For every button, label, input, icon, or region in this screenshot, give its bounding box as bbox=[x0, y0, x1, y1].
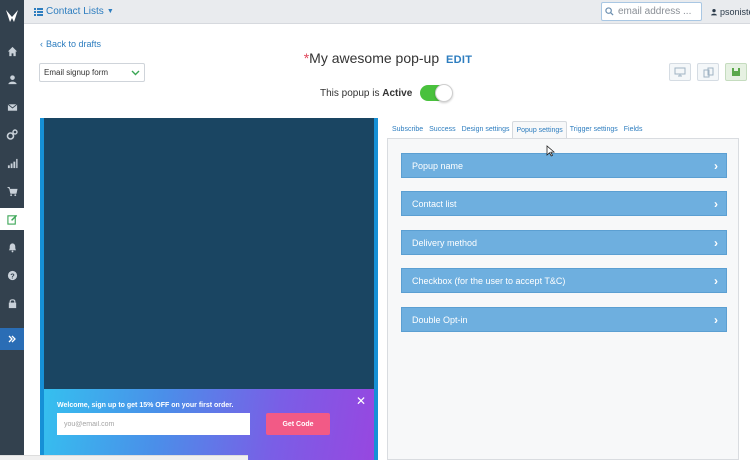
search-icon bbox=[605, 7, 614, 16]
chevron-right-icon: › bbox=[714, 196, 718, 211]
contact-lists-menu[interactable]: Contact Lists ▼ bbox=[34, 6, 114, 17]
accordion-label: Checkbox (for the user to accept T&C) bbox=[412, 275, 566, 286]
back-label: Back to drafts bbox=[46, 39, 102, 49]
form-type-value: Email signup form bbox=[44, 68, 109, 77]
save-button[interactable] bbox=[725, 63, 747, 81]
tab-subscribe[interactable]: Subscribe bbox=[389, 126, 426, 138]
chevron-right-icon: › bbox=[714, 235, 718, 250]
search-input[interactable] bbox=[618, 6, 698, 17]
mobile-view-button[interactable] bbox=[697, 63, 719, 81]
desktop-view-button[interactable] bbox=[669, 63, 691, 81]
tab-success[interactable]: Success bbox=[426, 126, 458, 138]
cart-icon[interactable] bbox=[0, 180, 24, 202]
contact-lists-label: Contact Lists bbox=[46, 6, 104, 17]
mobile-icon bbox=[703, 67, 713, 77]
popup-title: My awesome pop-up bbox=[309, 50, 440, 66]
accordion-label: Delivery method bbox=[412, 237, 478, 248]
popup-message: Welcome, sign up to get 15% OFF on your … bbox=[57, 402, 234, 409]
svg-text:?: ? bbox=[10, 271, 15, 280]
save-icon bbox=[732, 68, 740, 76]
tab-design-settings[interactable]: Design settings bbox=[459, 126, 513, 138]
user-menu[interactable]: psonistegr ▼ bbox=[710, 7, 750, 17]
edit-title-button[interactable]: EDIT bbox=[446, 54, 472, 66]
settings-tabs: Subscribe Success Design settings Popup … bbox=[389, 118, 646, 139]
tab-fields[interactable]: Fields bbox=[621, 126, 646, 138]
accordion-double-opt-in[interactable]: Double Opt-in › bbox=[401, 307, 727, 332]
forms-icon[interactable] bbox=[0, 208, 24, 230]
horizontal-scrollbar[interactable] bbox=[0, 455, 248, 460]
reports-icon[interactable] bbox=[0, 152, 24, 174]
expand-icon[interactable] bbox=[0, 328, 24, 350]
chevron-left-icon: ‹ bbox=[40, 39, 43, 49]
toggle-knob bbox=[435, 84, 454, 102]
logo-icon[interactable] bbox=[0, 0, 24, 32]
username: psonistegr bbox=[720, 7, 750, 17]
list-icon bbox=[34, 7, 43, 16]
accordion-label: Double Opt-in bbox=[412, 314, 468, 325]
accordion-contact-list[interactable]: Contact list › bbox=[401, 191, 727, 216]
chevron-right-icon: › bbox=[714, 273, 718, 288]
popup-email-input[interactable] bbox=[57, 413, 250, 435]
caret-down-icon: ▼ bbox=[106, 8, 114, 15]
close-icon[interactable]: ✕ bbox=[356, 394, 366, 408]
popup-settings-panel: Popup name › Contact list › Delivery met… bbox=[387, 138, 739, 460]
accordion-label: Popup name bbox=[412, 160, 464, 171]
bell-icon[interactable] bbox=[0, 236, 24, 258]
top-bar: Contact Lists ▼ psonistegr ▼ bbox=[24, 0, 750, 24]
chevron-right-icon: › bbox=[714, 312, 718, 327]
accordion-popup-name[interactable]: Popup name › bbox=[401, 153, 727, 178]
user-icon[interactable] bbox=[0, 68, 24, 90]
mouse-cursor-icon bbox=[546, 145, 555, 157]
mail-icon[interactable] bbox=[0, 96, 24, 118]
lock-icon[interactable] bbox=[0, 292, 24, 314]
search-box bbox=[601, 2, 702, 21]
accordion-checkbox-terms[interactable]: Checkbox (for the user to accept T&C) › bbox=[401, 268, 727, 293]
help-icon[interactable]: ? bbox=[0, 264, 24, 286]
sidebar: ? bbox=[0, 0, 24, 460]
page-title: *My awesome pop-up EDIT bbox=[0, 50, 750, 66]
status-value: Active bbox=[382, 87, 413, 99]
settings-icon[interactable] bbox=[0, 124, 24, 146]
tab-trigger-settings[interactable]: Trigger settings bbox=[567, 126, 621, 138]
tab-popup-settings[interactable]: Popup settings bbox=[512, 121, 567, 139]
active-toggle[interactable] bbox=[420, 84, 454, 102]
popup-banner: Welcome, sign up to get 15% OFF on your … bbox=[44, 389, 374, 460]
back-to-drafts-link[interactable]: ‹ Back to drafts bbox=[40, 39, 101, 49]
user-icon bbox=[711, 9, 717, 16]
chevron-right-icon: › bbox=[714, 158, 718, 173]
status-prefix: This popup is bbox=[320, 87, 380, 99]
desktop-icon bbox=[674, 67, 686, 77]
accordion-label: Contact list bbox=[412, 198, 457, 209]
popup-status: This popup is Active bbox=[320, 84, 454, 102]
accordion-delivery-method[interactable]: Delivery method › bbox=[401, 230, 727, 255]
get-code-button[interactable]: Get Code bbox=[266, 413, 330, 435]
chevron-down-icon bbox=[131, 70, 140, 75]
